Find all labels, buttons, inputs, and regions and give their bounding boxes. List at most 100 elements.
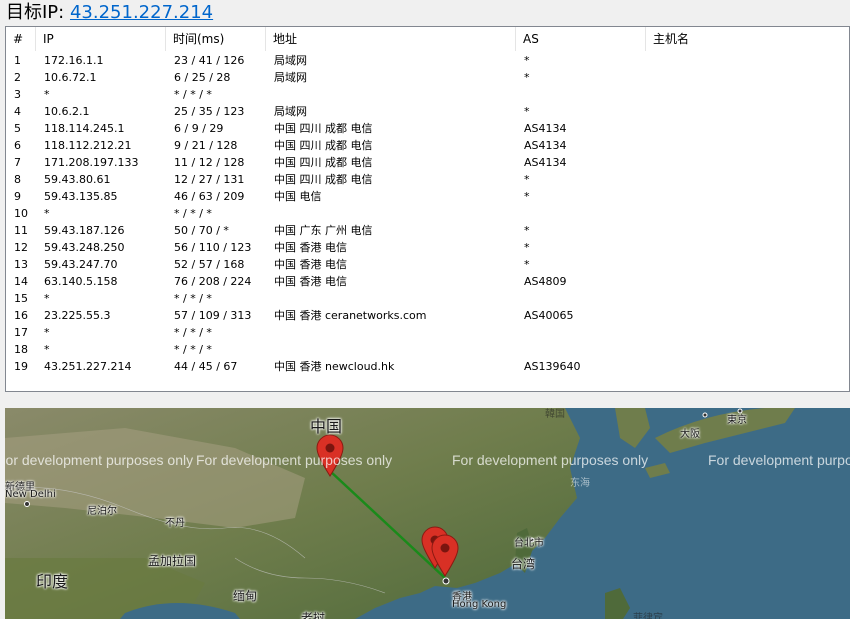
cell-as: *	[524, 71, 530, 84]
map-label-myanmar: 缅甸	[233, 589, 258, 603]
cell-hostname	[646, 188, 849, 205]
cell-number: 16	[14, 309, 28, 322]
target-ip-label: 目标IP:	[6, 2, 65, 23]
cell-hostname	[646, 307, 849, 324]
cell-as: *	[524, 241, 530, 254]
table-row[interactable]: 8 59.43.80.61 12 / 27 / 131 中国 四川 成都 电信 *	[6, 171, 849, 188]
cell-number: 19	[14, 360, 28, 373]
cell-number: 5	[14, 122, 21, 135]
cell-time: 12 / 27 / 131	[174, 173, 245, 186]
city-dot-icon	[442, 577, 450, 585]
table-row[interactable]: 10 * * / * / *	[6, 205, 849, 222]
table-row[interactable]: 7 171.208.197.133 11 / 12 / 128 中国 四川 成都 电信…	[6, 154, 849, 171]
header-col-as[interactable]: AS	[516, 27, 646, 51]
header-col-ip[interactable]: IP	[36, 27, 166, 51]
table-row[interactable]: 11 59.43.187.126 50 / 70 / * 中国 广东 广州 电信 *	[6, 222, 849, 239]
cell-ip: 59.43.248.250	[44, 241, 125, 254]
cell-address: 中国 四川 成都 电信	[274, 173, 373, 186]
watermark: For development purposes only	[708, 452, 850, 468]
cell-number: 17	[14, 326, 28, 339]
cell-time: 25 / 35 / 123	[174, 105, 245, 118]
map-terrain	[5, 408, 850, 619]
cell-address: 局域网	[274, 105, 307, 118]
cell-hostname	[646, 358, 849, 375]
cell-time: 56 / 110 / 123	[174, 241, 252, 254]
cell-address	[266, 205, 516, 222]
header-col-time[interactable]: 时间(ms)	[166, 27, 266, 51]
table-row[interactable]: 4 10.6.2.1 25 / 35 / 123 局域网 *	[6, 103, 849, 120]
table-row[interactable]: 12 59.43.248.250 56 / 110 / 123 中国 香港 电信 *	[6, 239, 849, 256]
cell-time: 50 / 70 / *	[174, 224, 229, 237]
cell-address: 中国 广东 广州 电信	[274, 224, 373, 237]
map-label-nepal: 尼泊尔	[87, 506, 117, 517]
cell-ip: 23.225.55.3	[44, 309, 111, 322]
table-row[interactable]: 18 * * / * / *	[6, 341, 849, 358]
cell-time: 57 / 109 / 313	[174, 309, 252, 322]
cell-as: *	[524, 190, 530, 203]
map-label-philippines: 菲律宾	[633, 613, 663, 619]
cell-ip: 43.251.227.214	[44, 360, 132, 373]
target-ip-link[interactable]: 43.251.227.214	[70, 2, 213, 23]
cell-address	[266, 324, 516, 341]
table-row[interactable]: 3 * * / * / *	[6, 86, 849, 103]
cell-as: *	[524, 173, 530, 186]
route-map[interactable]: For development purposes only For develo…	[5, 408, 850, 619]
cell-ip: *	[44, 88, 50, 101]
table-row[interactable]: 14 63.140.5.158 76 / 208 / 224 中国 香港 电信 AS48…	[6, 273, 849, 290]
header-col-number[interactable]: #	[6, 27, 36, 51]
trace-table[interactable]: # IP 时间(ms) 地址 AS 主机名 1 172.16.1.1 23 / 41 / 12…	[5, 26, 850, 392]
cell-ip: 118.112.212.21	[44, 139, 132, 152]
map-label-bhutan: 不丹	[165, 518, 185, 529]
cell-hostname	[646, 290, 849, 307]
cell-time: * / * / *	[174, 343, 212, 356]
table-row[interactable]: 5 118.114.245.1 6 / 9 / 29 中国 四川 成都 电信 AS413…	[6, 120, 849, 137]
table-row[interactable]: 17 * * / * / *	[6, 324, 849, 341]
table-row[interactable]: 15 * * / * / *	[6, 290, 849, 307]
map-label-hongkong-en: Hong Kong	[452, 599, 507, 610]
target-ip-header: 目标IP: 43.251.227.214	[6, 2, 213, 24]
header-col-hostname[interactable]: 主机名	[646, 27, 849, 51]
header-col-address[interactable]: 地址	[266, 27, 516, 51]
cell-as: AS4134	[524, 122, 567, 135]
cell-hostname	[646, 171, 849, 188]
map-label-tokyo: 東京	[727, 415, 747, 426]
table-row[interactable]: 1 172.16.1.1 23 / 41 / 126 局域网 *	[6, 52, 849, 69]
table-row[interactable]: 6 118.112.212.21 9 / 21 / 128 中国 四川 成都 电信 AS…	[6, 137, 849, 154]
cell-address: 中国 香港 电信	[274, 258, 347, 271]
table-row[interactable]: 19 43.251.227.214 44 / 45 / 67 中国 香港 newclo…	[6, 358, 849, 375]
cell-number: 11	[14, 224, 28, 237]
cell-ip: 171.208.197.133	[44, 156, 139, 169]
cell-address: 局域网	[274, 54, 307, 67]
map-label-taipei: 台北市	[514, 538, 544, 549]
table-row[interactable]: 2 10.6.72.1 6 / 25 / 28 局域网 *	[6, 69, 849, 86]
cell-ip: *	[44, 326, 50, 339]
cell-ip: 59.43.247.70	[44, 258, 118, 271]
table-row[interactable]: 13 59.43.247.70 52 / 57 / 168 中国 香港 电信 *	[6, 256, 849, 273]
cell-hostname	[646, 205, 849, 222]
cell-hostname	[646, 256, 849, 273]
cell-time: 6 / 25 / 28	[174, 71, 231, 84]
cell-time: 76 / 208 / 224	[174, 275, 252, 288]
cell-ip: *	[44, 292, 50, 305]
cell-address: 中国 香港 newcloud.hk	[274, 360, 395, 373]
cell-hostname	[646, 222, 849, 239]
cell-hostname	[646, 86, 849, 103]
cell-address: 中国 香港 电信	[274, 241, 347, 254]
cell-address: 中国 四川 成都 电信	[274, 122, 373, 135]
cell-time: * / * / *	[174, 207, 212, 220]
watermark: For development purposes only	[196, 452, 393, 468]
cell-time: 6 / 9 / 29	[174, 122, 224, 135]
cell-number: 13	[14, 258, 28, 271]
cell-as: *	[524, 54, 530, 67]
cell-number: 2	[14, 71, 21, 84]
table-row[interactable]: 9 59.43.135.85 46 / 63 / 209 中国 电信 *	[6, 188, 849, 205]
cell-number: 9	[14, 190, 21, 203]
cell-time: * / * / *	[174, 88, 212, 101]
table-header: # IP 时间(ms) 地址 AS 主机名	[6, 27, 849, 51]
cell-number: 3	[14, 88, 21, 101]
city-dot-icon	[702, 412, 708, 418]
table-row[interactable]: 16 23.225.55.3 57 / 109 / 313 中国 香港 ceranet…	[6, 307, 849, 324]
cell-address	[266, 290, 516, 307]
cell-hostname	[646, 324, 849, 341]
cell-time: 23 / 41 / 126	[174, 54, 245, 67]
